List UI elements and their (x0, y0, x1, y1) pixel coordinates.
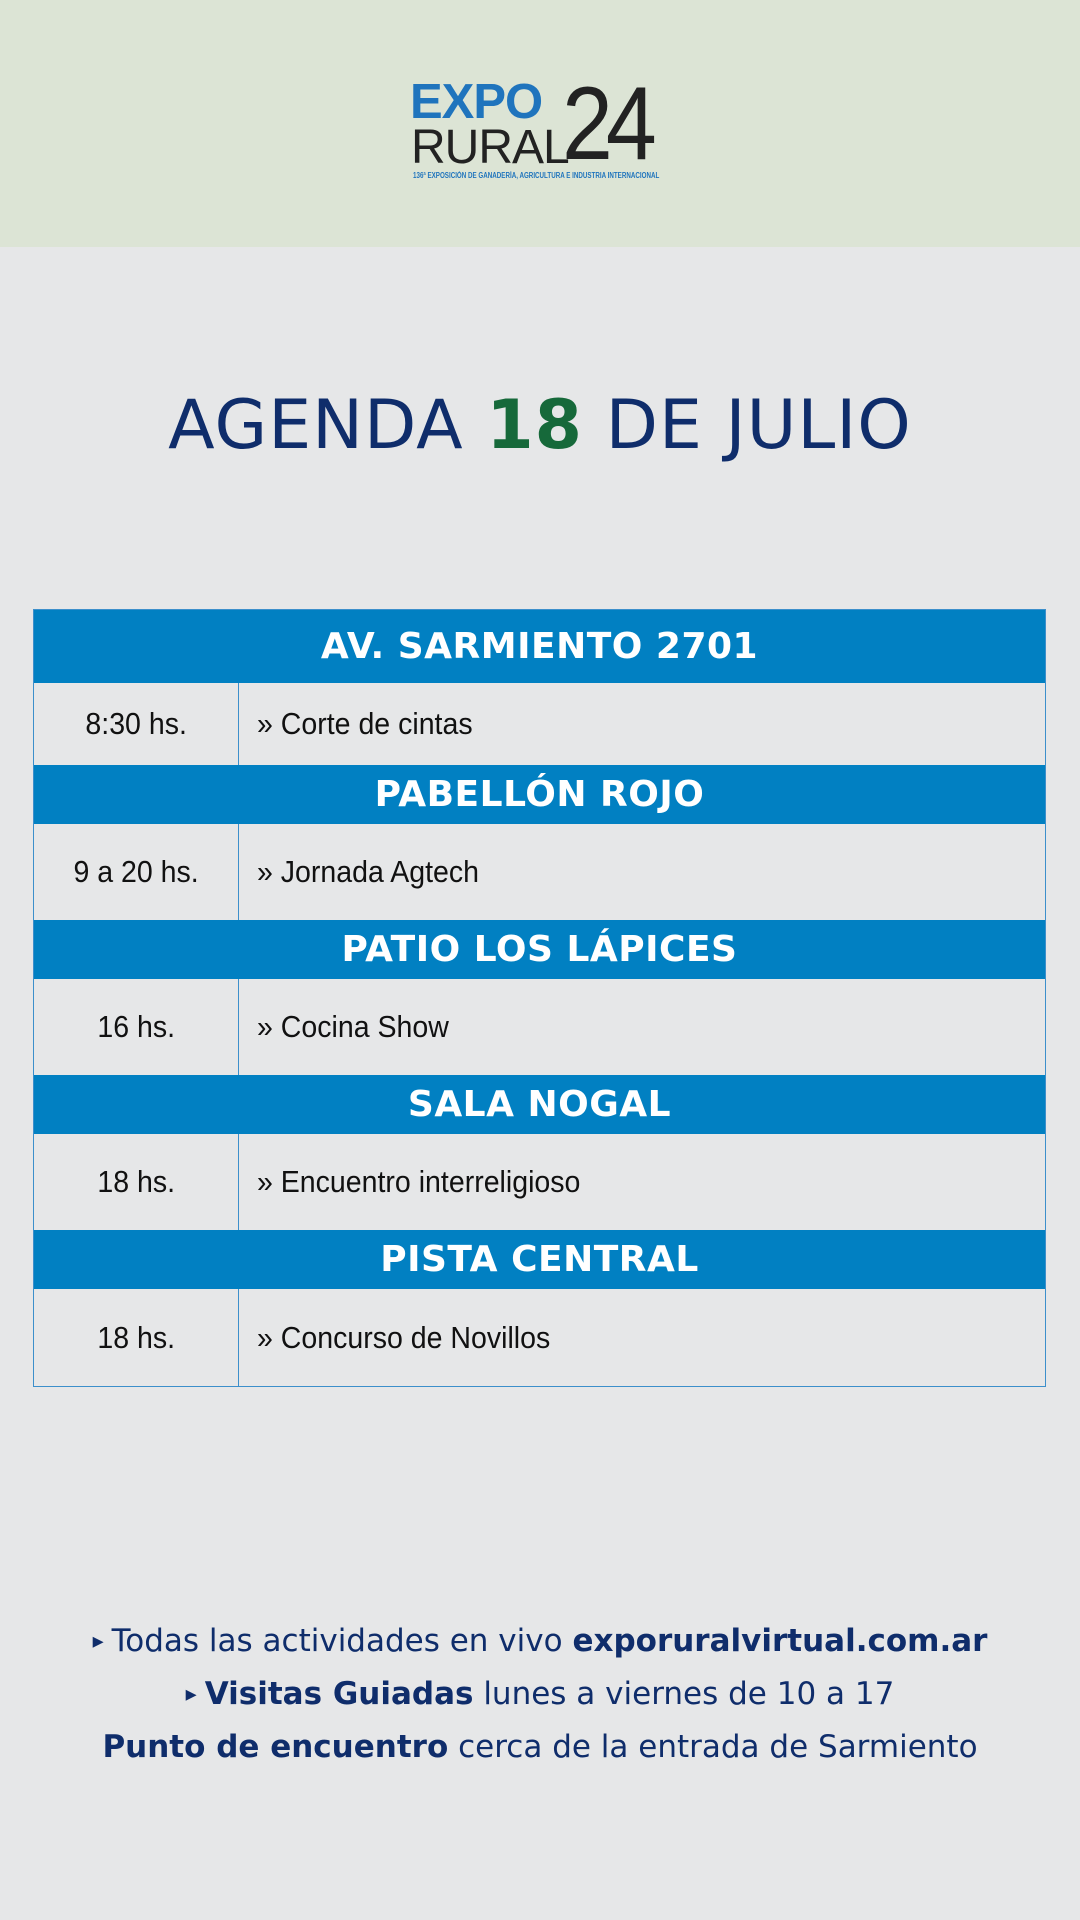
time-cell: 16 hs. (34, 979, 239, 1075)
event-cell: » Concurso de Novillos (239, 1289, 1045, 1386)
logo-tagline: 136ª EXPOSICIÓN DE GANADERÍA, AGRICULTUR… (413, 171, 660, 180)
event-cell: » Jornada Agtech (239, 824, 1045, 920)
event-text: » Concurso de Novillos (257, 1319, 551, 1355)
table-row: 16 hs. » Cocina Show (34, 979, 1045, 1075)
footer-line-meeting: Punto de encuentro cerca de la entrada d… (0, 1721, 1080, 1773)
page-title: AGENDA 18 DE JULIO (0, 386, 1080, 466)
time-cell: 8:30 hs. (34, 683, 239, 765)
event-cell: » Corte de cintas (239, 683, 1045, 765)
time-text: 18 hs. (97, 1164, 175, 1199)
time-text: 9 a 20 hs. (73, 854, 199, 889)
time-text: 8:30 hs. (85, 706, 187, 741)
table-row: 8:30 hs. » Corte de cintas (34, 683, 1045, 765)
footer-info: ▸ Todas las actividades en vivo exporural… (0, 1615, 1080, 1773)
time-cell: 18 hs. (34, 1134, 239, 1230)
expo-rural-logo: EXPO RURAL 24 136ª EXPOSICIÓN DE GANADER… (410, 72, 672, 184)
venue-header: AV. SARMIENTO 2701 (34, 610, 1045, 683)
event-cell: » Cocina Show (239, 979, 1045, 1075)
time-text: 16 hs. (97, 1009, 175, 1044)
time-text: 18 hs. (97, 1319, 175, 1355)
footer-live-text: Todas las actividades en vivo (111, 1623, 573, 1659)
table-row: 9 a 20 hs. » Jornada Agtech (34, 824, 1045, 920)
logo-expo-text: EXPO (410, 75, 543, 129)
header-banner: EXPO RURAL 24 136ª EXPOSICIÓN DE GANADER… (0, 0, 1080, 247)
event-text: » Jornada Agtech (257, 854, 479, 889)
event-text: » Encuentro interreligioso (257, 1164, 581, 1199)
event-cell: » Encuentro interreligioso (239, 1134, 1045, 1230)
title-prefix: AGENDA (168, 386, 487, 465)
time-cell: 9 a 20 hs. (34, 824, 239, 920)
triangle-bullet-icon: ▸ (185, 1682, 197, 1707)
title-day: 18 (486, 386, 583, 465)
venue-header: PISTA CENTRAL (34, 1230, 1045, 1289)
footer-line-visits: ▸ Visitas Guiadas lunes a viernes de 10 a… (0, 1668, 1080, 1721)
event-text: » Cocina Show (257, 1009, 449, 1044)
meeting-point-label: Punto de encuentro (102, 1729, 449, 1765)
website-link[interactable]: exporuralvirtual.com.ar (572, 1623, 987, 1659)
title-suffix: DE JULIO (582, 386, 912, 465)
venue-header: PABELLÓN ROJO (34, 765, 1045, 824)
logo-rural-text: RURAL (411, 121, 570, 174)
meeting-point-text: cerca de la entrada de Sarmiento (448, 1729, 978, 1765)
venue-header: SALA NOGAL (34, 1075, 1045, 1134)
guided-visits-label: Visitas Guiadas (204, 1676, 474, 1712)
event-text: » Corte de cintas (257, 706, 473, 741)
footer-line-live: ▸ Todas las actividades en vivo exporural… (0, 1615, 1080, 1668)
table-row: 18 hs. » Concurso de Novillos (34, 1289, 1045, 1386)
venue-header: PATIO LOS LÁPICES (34, 920, 1045, 979)
logo-year-text: 24 (562, 66, 657, 182)
guided-visits-schedule: lunes a viernes de 10 a 17 (473, 1676, 895, 1712)
triangle-bullet-icon: ▸ (92, 1629, 104, 1654)
time-cell: 18 hs. (34, 1289, 239, 1386)
agenda-table: AV. SARMIENTO 2701 8:30 hs. » Corte de c… (33, 609, 1046, 1387)
table-row: 18 hs. » Encuentro interreligioso (34, 1134, 1045, 1230)
